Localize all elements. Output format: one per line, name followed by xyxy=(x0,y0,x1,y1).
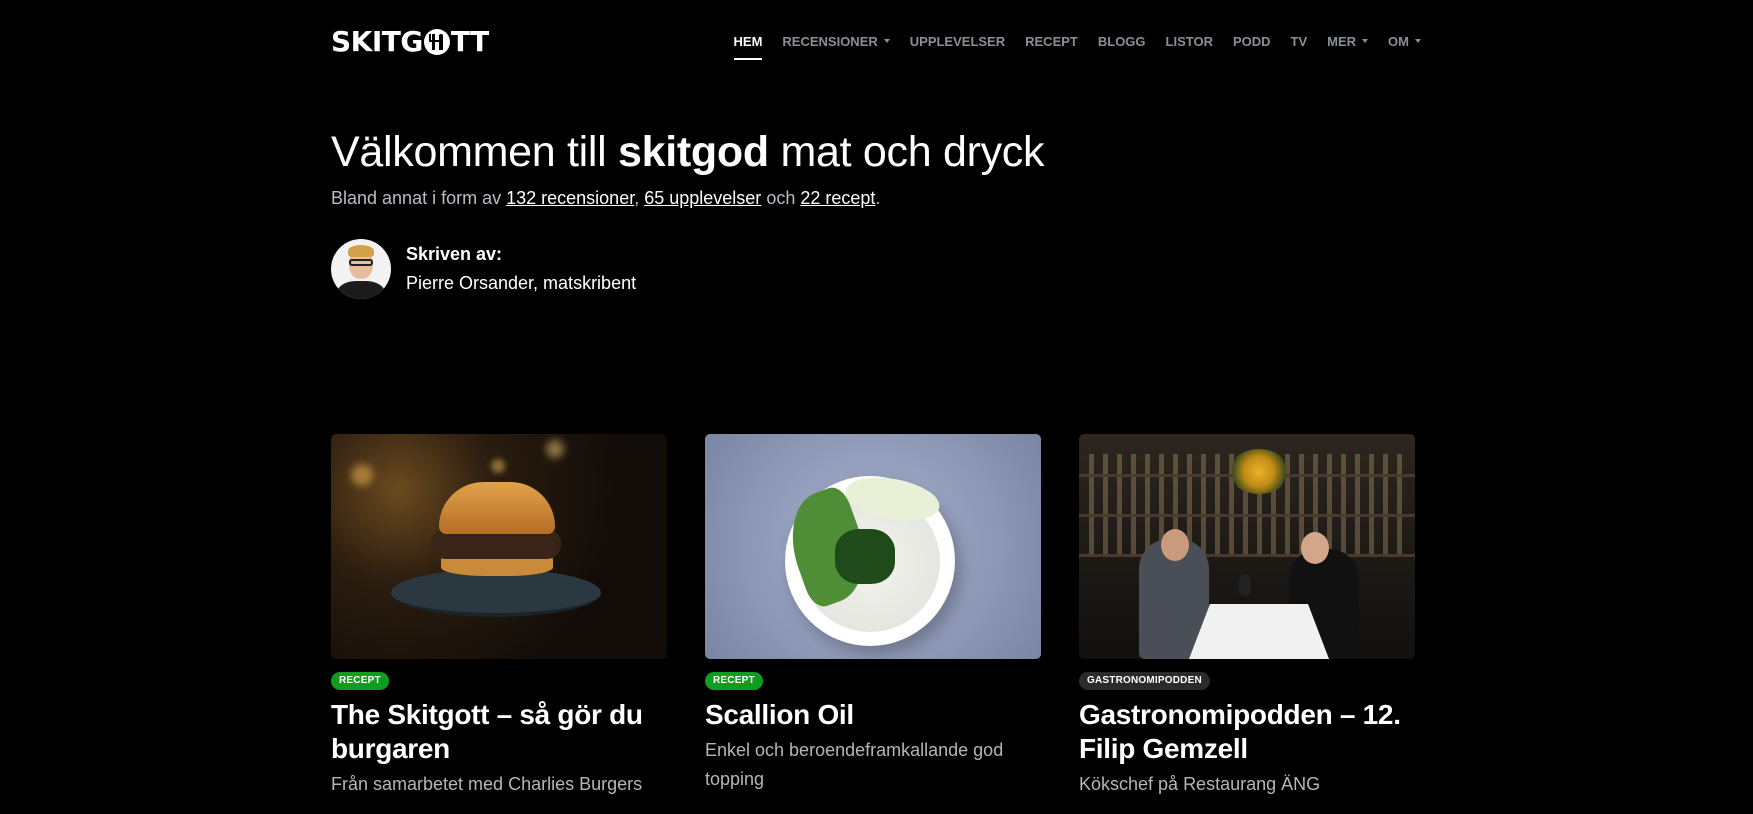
nav-label: HEM xyxy=(733,34,763,49)
card-image-podcast[interactable] xyxy=(1079,434,1415,659)
nav-item-listor[interactable]: LISTOR xyxy=(1156,34,1223,62)
fork-knife-icon xyxy=(423,29,450,55)
nav-label: OM xyxy=(1388,34,1409,49)
page-title: Välkommen till skitgod mat och dryck xyxy=(331,124,1431,180)
article-grid: RECEPT The Skitgott – så gör du burgaren… xyxy=(331,434,1431,799)
category-badge[interactable]: RECEPT xyxy=(705,672,763,690)
nav-label: RECEPT xyxy=(1025,34,1078,49)
nav-item-mer[interactable]: MER xyxy=(1317,34,1378,62)
sub-end: . xyxy=(875,188,881,208)
sub-and: och xyxy=(761,188,801,208)
nav-label: RECENSIONER xyxy=(782,34,878,49)
recipes-link[interactable]: 22 recept xyxy=(800,188,875,208)
nav-item-tv[interactable]: TV xyxy=(1281,34,1318,62)
card-description: Från samarbetet med Charlies Burgers xyxy=(331,774,643,794)
main-nav: HEM RECENSIONER UPPLEVELSER RECEPT BLOGG… xyxy=(724,34,1431,62)
nav-item-recept[interactable]: RECEPT xyxy=(1015,34,1088,62)
category-badge[interactable]: RECEPT xyxy=(331,672,389,690)
hero-section: Välkommen till skitgod mat och dryck Bla… xyxy=(331,124,1431,299)
hero-subtitle: Bland annat i form av 132 recensioner, 6… xyxy=(331,186,1431,210)
author-block: Skriven av: Pierre Orsander, matskribent xyxy=(331,239,636,299)
card-description: Enkel och beroendeframkallande god toppi… xyxy=(705,740,1004,789)
card-title[interactable]: Gastronomipodden – 12. Filip Gemzell xyxy=(1079,698,1415,766)
nav-item-blogg[interactable]: BLOGG xyxy=(1088,34,1156,62)
logo-text-start: SKITG xyxy=(331,25,423,58)
site-header: SKITG TT HEM RECENSIONER UPPLEVELSER REC… xyxy=(331,0,1431,86)
author-name[interactable]: Pierre Orsander, matskribent xyxy=(406,270,636,296)
card-image-rice-bowl[interactable] xyxy=(705,434,1041,659)
nav-label: UPPLEVELSER xyxy=(909,34,1006,49)
nav-label: BLOGG xyxy=(1097,34,1146,49)
caret-down-icon xyxy=(883,39,890,43)
card-title[interactable]: Scallion Oil xyxy=(705,698,1041,732)
caret-down-icon xyxy=(1362,39,1369,43)
nav-item-podd[interactable]: PODD xyxy=(1223,34,1281,62)
sub-pre: Bland annat i form av xyxy=(331,188,507,208)
avatar[interactable] xyxy=(331,239,391,299)
experiences-link[interactable]: 65 upplevelser xyxy=(644,188,761,208)
nav-item-om[interactable]: OM xyxy=(1378,34,1431,62)
nav-item-upplevelser[interactable]: UPPLEVELSER xyxy=(900,34,1015,62)
nav-item-hem[interactable]: HEM xyxy=(724,34,773,62)
site-logo[interactable]: SKITG TT xyxy=(331,26,489,58)
title-post: mat och dryck xyxy=(768,128,1045,176)
article-card[interactable]: RECEPT Scallion Oil Enkel och beroendefr… xyxy=(705,434,1041,799)
sub-sep: , xyxy=(634,188,645,208)
logo-text-end: TT xyxy=(450,25,489,58)
nav-label: PODD xyxy=(1232,34,1271,49)
title-bold: skitgod xyxy=(618,128,769,176)
article-card[interactable]: GASTRONOMIPODDEN Gastronomipodden – 12. … xyxy=(1079,434,1415,799)
author-label: Skriven av: xyxy=(406,244,503,264)
nav-label: TV xyxy=(1290,34,1308,49)
nav-item-recensioner[interactable]: RECENSIONER xyxy=(772,34,899,62)
card-description: Kökschef på Restaurang ÄNG xyxy=(1079,774,1321,794)
category-badge[interactable]: GASTRONOMIPODDEN xyxy=(1079,672,1210,690)
title-pre: Välkommen till xyxy=(331,128,619,176)
nav-label: MER xyxy=(1327,34,1357,49)
article-card[interactable]: RECEPT The Skitgott – så gör du burgaren… xyxy=(331,434,667,799)
nav-label: LISTOR xyxy=(1165,34,1213,49)
caret-down-icon xyxy=(1415,39,1421,43)
reviews-link[interactable]: 132 recensioner xyxy=(506,188,634,208)
card-title[interactable]: The Skitgott – så gör du burgaren xyxy=(331,698,667,766)
card-image-burger[interactable] xyxy=(331,434,667,659)
